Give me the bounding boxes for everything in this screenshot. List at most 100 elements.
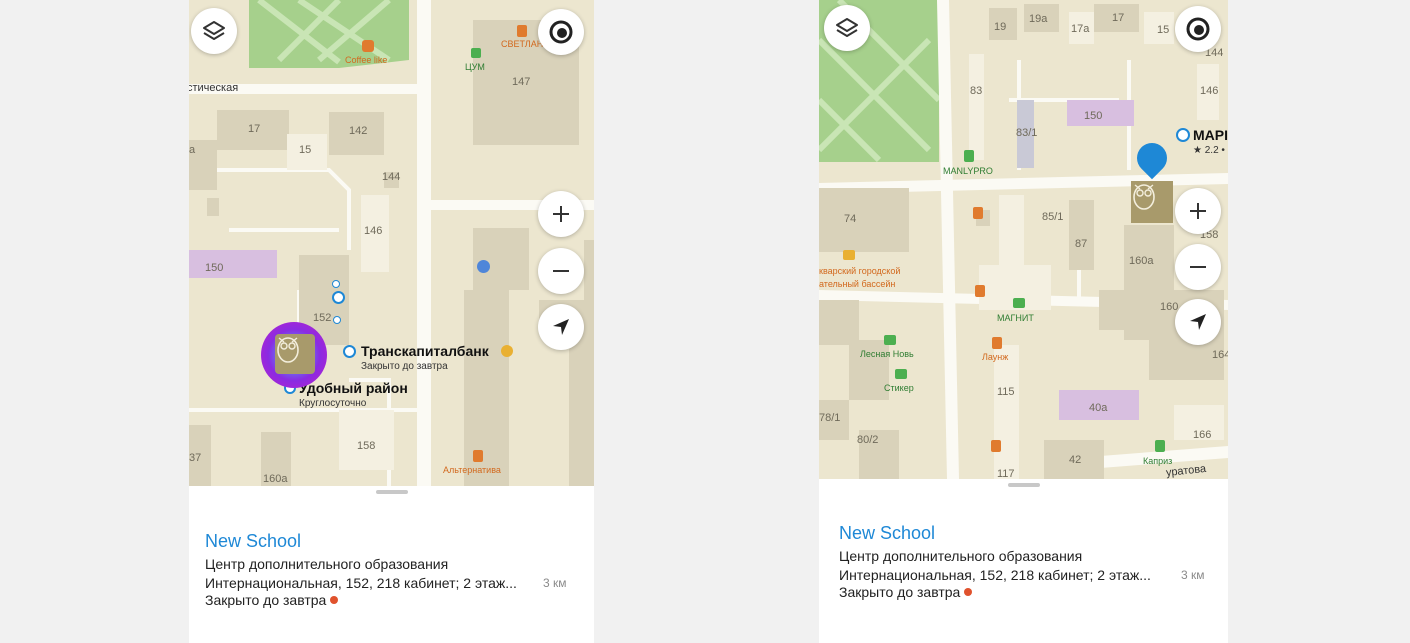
poi-label[interactable]: кварский городской [819, 267, 900, 276]
sheet-drag-handle[interactable] [1007, 483, 1040, 487]
bank-status: Закрыто до завтра [361, 361, 448, 372]
place-pin-icon[interactable] [333, 316, 341, 324]
restaurant-icon[interactable] [973, 207, 983, 219]
shop-icon[interactable] [895, 369, 907, 379]
barber-icon[interactable] [1155, 440, 1165, 452]
street-label: стическая [189, 82, 239, 94]
building-number: 152 [313, 312, 332, 324]
place-name[interactable]: New School [205, 531, 301, 552]
place-name[interactable]: New School [839, 523, 935, 544]
building-number: 17 [248, 123, 261, 135]
poi-label[interactable]: Стикер [884, 384, 914, 393]
phone-screen-right: 19 19a 17a 17 15 144 146 83 83/1 150 74 … [819, 0, 1228, 643]
zoom-in-button[interactable] [538, 191, 584, 237]
bank-pin-icon[interactable] [343, 345, 356, 358]
poi-label[interactable]: МАГНИТ [997, 314, 1034, 323]
building-number: 40a [1089, 402, 1108, 414]
grocery-icon[interactable] [1013, 298, 1025, 308]
map-view[interactable]: стическая 17 142 15 a 144 146 150 152 14… [189, 0, 594, 486]
restaurant-icon[interactable] [975, 285, 985, 297]
building-number: 37 [189, 452, 202, 464]
building-number: 142 [349, 125, 368, 137]
exchange-icon[interactable] [501, 345, 513, 357]
panorama-button[interactable] [1175, 6, 1221, 52]
building-number: 83 [970, 85, 983, 97]
map-canvas [189, 0, 594, 486]
my-location-button[interactable] [1175, 299, 1221, 345]
cafe-icon[interactable] [362, 40, 374, 52]
building-number: 147 [512, 76, 531, 88]
building-number: 160 [1160, 301, 1179, 313]
building-number: 166 [1193, 429, 1212, 441]
plus-icon [553, 206, 569, 222]
map-canvas [819, 0, 1228, 479]
place-address: Интернациональная, 152, 218 кабинет; 2 э… [839, 567, 1151, 583]
place-category: Центр дополнительного образования [839, 548, 1083, 564]
shop-icon[interactable] [884, 335, 896, 345]
minus-icon [1190, 266, 1206, 268]
plus-icon [1190, 203, 1206, 219]
place-status: Закрыто до завтра [839, 584, 973, 600]
place-marker-name[interactable]: МАРІ [1193, 128, 1228, 142]
building-number: 74 [844, 213, 857, 225]
restaurant-icon[interactable] [991, 440, 1001, 452]
sheet-drag-handle[interactable] [375, 490, 408, 494]
zoom-out-button[interactable] [538, 248, 584, 294]
shop-icon[interactable] [471, 48, 481, 58]
building-number: 42 [1069, 454, 1082, 466]
poi-label[interactable]: Coffee like [345, 56, 387, 65]
panorama-icon [1186, 17, 1210, 41]
layers-button[interactable] [191, 8, 237, 54]
closed-status-dot [964, 588, 973, 596]
poi-label[interactable]: Каприз [1143, 457, 1172, 466]
place-card[interactable]: New School Центр дополнительного образов… [189, 486, 594, 643]
navigation-arrow-icon [1190, 314, 1206, 330]
minus-icon [553, 270, 569, 272]
map-view[interactable]: 19 19a 17a 17 15 144 146 83 83/1 150 74 … [819, 0, 1228, 479]
building-number: 117 [997, 468, 1015, 480]
restaurant-icon[interactable] [517, 25, 527, 37]
navigation-arrow-icon [553, 319, 569, 335]
barber-icon[interactable] [964, 150, 974, 162]
place-status: Закрыто до завтра [205, 592, 339, 608]
building-number: 150 [205, 262, 224, 274]
building-number: 78/1 [819, 412, 841, 424]
poi-label[interactable]: СВЕТЛАН [501, 40, 543, 49]
building-number: 160a [1129, 255, 1154, 267]
poi-label[interactable]: Лаунж [982, 353, 1008, 362]
poi-label[interactable]: ЦУМ [465, 63, 485, 72]
place-pin-icon[interactable] [332, 280, 340, 288]
place-distance: 3 км [1181, 568, 1205, 582]
panorama-button[interactable] [538, 9, 584, 55]
place-distance: 3 км [543, 576, 567, 590]
poi-label[interactable]: Лесная Новь [860, 350, 914, 359]
building-number: 144 [382, 171, 401, 183]
building-number: 15 [299, 144, 312, 156]
building-number: 15 [1157, 24, 1170, 36]
my-location-button[interactable] [538, 304, 584, 350]
church-icon[interactable] [477, 260, 490, 273]
poi-label[interactable]: ательный бассейн [819, 280, 895, 289]
restaurant-icon[interactable] [473, 450, 483, 462]
district-name[interactable]: Удобный район [299, 381, 408, 395]
layers-icon [203, 21, 225, 40]
bank-name[interactable]: Транскапиталбанк [361, 344, 489, 358]
zoom-out-button[interactable] [1175, 244, 1221, 290]
layers-button[interactable] [824, 5, 870, 51]
building-number: 83/1 [1016, 127, 1038, 139]
pool-icon[interactable] [843, 250, 855, 260]
place-pin-icon[interactable] [332, 291, 345, 304]
building-number: 17 [1112, 12, 1125, 24]
building-number: 158 [357, 440, 376, 452]
building-number: a [189, 144, 196, 156]
layers-icon [836, 18, 858, 37]
poi-label[interactable]: MANLYPRO [943, 167, 993, 176]
building-number: 80/2 [857, 434, 879, 446]
poi-label[interactable]: Альтернатива [443, 466, 501, 475]
place-pin-icon[interactable] [1176, 128, 1190, 142]
restaurant-icon[interactable] [992, 337, 1002, 349]
building-number: 146 [1200, 85, 1219, 97]
building-number: 160a [263, 473, 288, 485]
place-card[interactable]: New School Центр дополнительного образов… [819, 479, 1228, 643]
zoom-in-button[interactable] [1175, 188, 1221, 234]
